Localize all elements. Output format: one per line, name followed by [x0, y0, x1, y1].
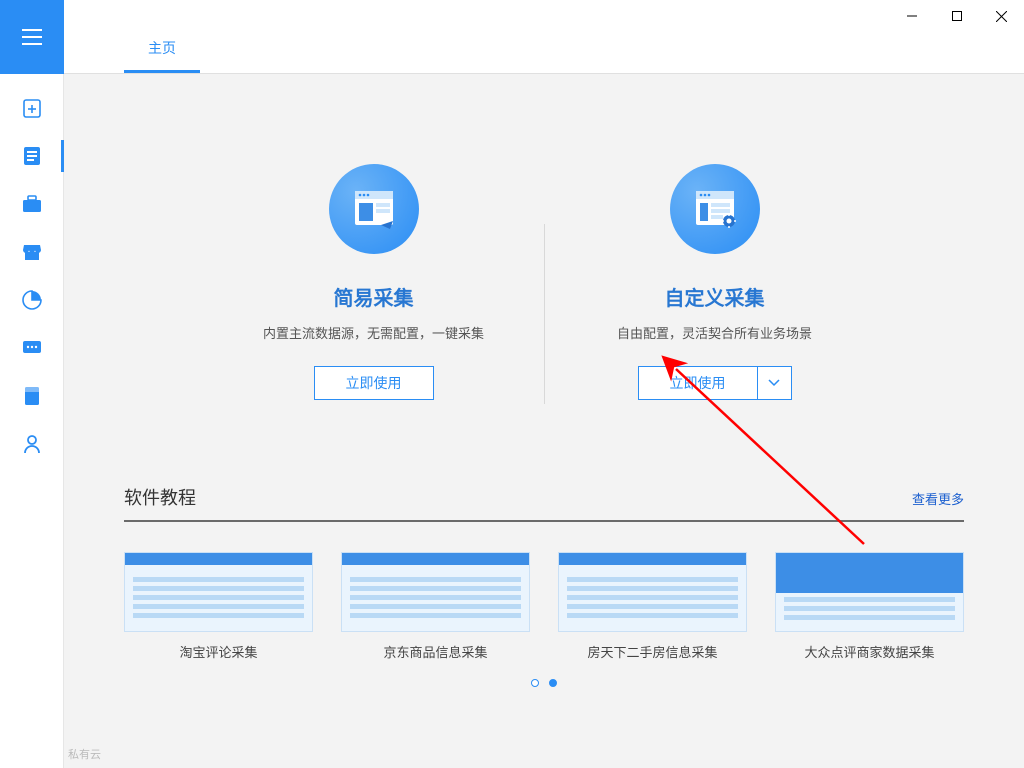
option-custom-dropdown[interactable] [758, 366, 792, 400]
sidebar-item-new[interactable] [0, 84, 64, 132]
option-simple: 简易采集 内置主流数据源，无需配置，一键采集 立即使用 [204, 164, 544, 404]
pager-dot[interactable] [531, 679, 539, 687]
new-task-icon [23, 98, 41, 118]
sidebar-item-tasks[interactable] [0, 132, 64, 180]
sidebar-item-docs[interactable] [0, 372, 64, 420]
maximize-button[interactable] [934, 0, 979, 32]
tutorial-thumb [775, 552, 964, 632]
tutorial-name: 房天下二手房信息采集 [558, 642, 747, 661]
option-simple-desc: 内置主流数据源，无需配置，一键采集 [263, 323, 484, 342]
sidebar-item-stats[interactable] [0, 276, 64, 324]
tutorials-title: 软件教程 [124, 484, 196, 510]
book-icon [24, 386, 40, 406]
briefcase-icon [22, 195, 42, 213]
sidebar [0, 0, 64, 768]
tutorial-thumb [341, 552, 530, 632]
tutorial-card[interactable]: 房天下二手房信息采集 [558, 552, 747, 661]
option-simple-button[interactable]: 立即使用 [314, 366, 434, 400]
store-icon [22, 243, 42, 261]
tutorials-more-link[interactable]: 查看更多 [912, 489, 964, 508]
minimize-button[interactable] [889, 0, 934, 32]
main-panel: 简易采集 内置主流数据源，无需配置，一键采集 立即使用 [64, 74, 1024, 768]
tutorial-thumb [558, 552, 747, 632]
option-simple-title: 简易采集 [334, 282, 414, 311]
custom-collect-icon [670, 164, 760, 254]
tab-home[interactable]: 主页 [124, 26, 200, 73]
close-button[interactable] [979, 0, 1024, 32]
tutorials-pager [124, 679, 964, 687]
tutorials-section: 软件教程 查看更多 淘宝评论采集 京东商品信息采集 房天下二手房信息采集 [124, 484, 964, 687]
menu-icon [22, 29, 42, 45]
option-custom-title: 自定义采集 [665, 282, 765, 311]
sidebar-item-messages[interactable] [0, 324, 64, 372]
tutorial-card[interactable]: 淘宝评论采集 [124, 552, 313, 661]
sidebar-item-toolbox[interactable] [0, 180, 64, 228]
tutorial-card[interactable]: 大众点评商家数据采集 [775, 552, 964, 661]
sidebar-item-store[interactable] [0, 228, 64, 276]
tutorial-card[interactable]: 京东商品信息采集 [341, 552, 530, 661]
chevron-down-icon [768, 379, 780, 387]
piechart-icon [22, 290, 42, 310]
option-custom-button[interactable]: 立即使用 [638, 366, 758, 400]
tutorial-name: 京东商品信息采集 [341, 642, 530, 661]
tutorial-thumb [124, 552, 313, 632]
sidebar-item-account[interactable] [0, 420, 64, 468]
menu-button[interactable] [0, 0, 64, 74]
option-custom-desc: 自由配置，灵活契合所有业务场景 [617, 323, 812, 342]
simple-collect-icon [329, 164, 419, 254]
pager-dot-active[interactable] [549, 679, 557, 687]
footer-cloud-label: 私有云 [64, 746, 101, 762]
window-controls [889, 0, 1024, 32]
tasks-icon [23, 146, 41, 166]
tutorial-name: 淘宝评论采集 [124, 642, 313, 661]
user-icon [23, 434, 41, 454]
content-area: 主页 简易采集 内置主流数据源，无需配置，一键采集 [64, 0, 1024, 768]
tab-bar: 主页 [64, 0, 1024, 74]
chat-icon [22, 340, 42, 356]
collection-options: 简易采集 内置主流数据源，无需配置，一键采集 立即使用 [124, 164, 964, 404]
tutorial-name: 大众点评商家数据采集 [775, 642, 964, 661]
option-custom: 自定义采集 自由配置，灵活契合所有业务场景 立即使用 [545, 164, 885, 404]
